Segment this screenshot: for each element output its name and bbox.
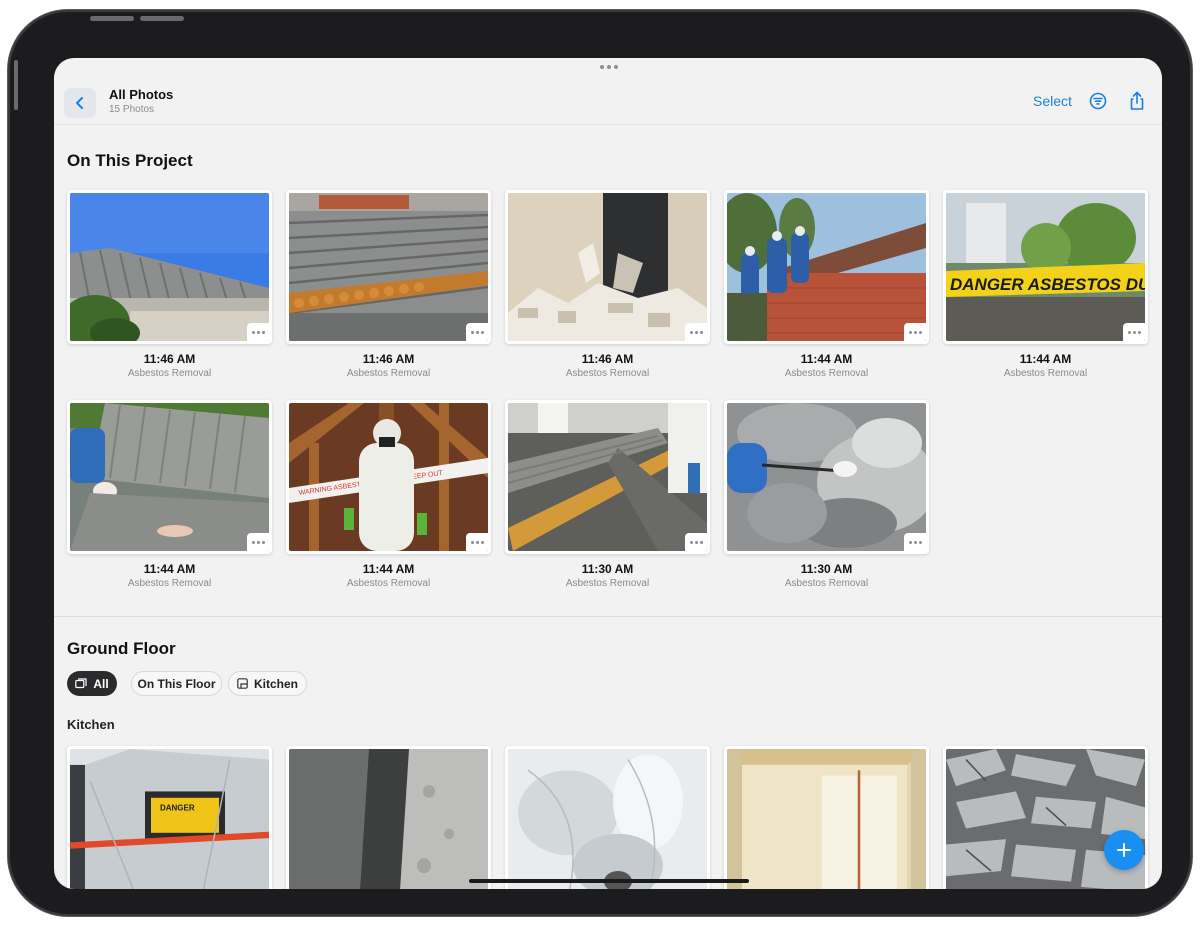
filter-chip-on-this-floor[interactable]: On This Floor bbox=[131, 671, 222, 696]
photo-time: 11:44 AM bbox=[1019, 352, 1072, 366]
photo-sealed-room bbox=[727, 749, 926, 889]
section-title-ground-floor: Ground Floor bbox=[67, 639, 176, 658]
share-icon[interactable] bbox=[1126, 90, 1148, 112]
photo-count: 15 Photos bbox=[109, 104, 155, 115]
photo-more-button[interactable] bbox=[1123, 323, 1145, 341]
section-divider bbox=[54, 616, 1162, 617]
photo-more-button[interactable] bbox=[904, 533, 926, 551]
filter-chip-label: Kitchen bbox=[253, 676, 298, 691]
app-screen: All Photos 15 Photos Select On This Proj… bbox=[54, 58, 1162, 889]
volume-button bbox=[140, 16, 184, 21]
subsection-title-kitchen: Kitchen bbox=[67, 717, 115, 732]
photo-demolished-wall bbox=[508, 193, 707, 341]
photo-plastic-sheeting bbox=[508, 749, 707, 889]
danger-tape-text: DANGER ASBESTOS DUST HAZARD bbox=[950, 275, 1145, 294]
photo-thumbnail[interactable] bbox=[724, 746, 929, 889]
photo-thumbnail[interactable] bbox=[724, 400, 929, 554]
photo-tag: Asbestos Removal bbox=[346, 578, 431, 589]
photo-concrete-corner bbox=[289, 749, 488, 889]
photo-tag: Asbestos Removal bbox=[565, 578, 650, 589]
photos-icon bbox=[75, 677, 87, 688]
photo-danger-tape: DANGER ASBESTOS DUST HAZARD bbox=[946, 193, 1145, 341]
photo-thumbnail[interactable] bbox=[286, 746, 491, 889]
photo-tag: Asbestos Removal bbox=[1003, 368, 1088, 379]
photo-more-button[interactable] bbox=[247, 323, 269, 341]
photo-roof-sky bbox=[70, 193, 269, 341]
photo-thumbnail[interactable] bbox=[67, 400, 272, 554]
photo-thumbnail[interactable] bbox=[505, 190, 710, 344]
page-title: All Photos bbox=[109, 87, 174, 102]
chevron-left-icon bbox=[76, 97, 83, 109]
photo-thumbnail[interactable] bbox=[505, 400, 710, 554]
power-button bbox=[14, 60, 18, 110]
photo-thumbnail[interactable] bbox=[724, 190, 929, 344]
back-button[interactable] bbox=[64, 88, 96, 118]
photo-thumbnail[interactable] bbox=[505, 746, 710, 889]
photo-workers-roof bbox=[727, 193, 926, 341]
filter-chip-label: All bbox=[93, 676, 109, 691]
photo-time: 11:46 AM bbox=[581, 352, 634, 366]
add-photo-button[interactable] bbox=[1104, 830, 1144, 870]
select-button[interactable]: Select bbox=[1033, 93, 1072, 109]
photo-tag: Asbestos Removal bbox=[346, 368, 431, 379]
filter-icon[interactable] bbox=[1087, 90, 1109, 112]
photo-time: 11:30 AM bbox=[800, 562, 853, 576]
ipad-frame: All Photos 15 Photos Select On This Proj… bbox=[8, 10, 1192, 916]
photo-more-button[interactable] bbox=[466, 323, 488, 341]
photo-more-button[interactable] bbox=[466, 533, 488, 551]
photo-thumbnail[interactable] bbox=[286, 190, 491, 344]
photo-thumbnail[interactable]: WARNING ASBESTOS REMOVAL KEEP OUT bbox=[286, 400, 491, 554]
photo-time: 11:46 AM bbox=[143, 352, 196, 366]
nav-header: All Photos 15 Photos Select bbox=[54, 76, 1162, 125]
photo-tweezers-sample bbox=[727, 403, 926, 551]
multitasking-grabber[interactable] bbox=[600, 65, 618, 69]
filter-chip-all[interactable]: All bbox=[67, 671, 117, 696]
photo-more-button[interactable] bbox=[247, 533, 269, 551]
room-icon bbox=[237, 678, 248, 689]
photo-tag: Asbestos Removal bbox=[127, 368, 212, 379]
filter-chip-label: On This Floor bbox=[137, 676, 216, 691]
photo-time: 11:44 AM bbox=[362, 562, 415, 576]
photo-time: 11:30 AM bbox=[581, 562, 634, 576]
photo-thumbnail[interactable]: DANGER bbox=[67, 746, 272, 889]
photo-tag: Asbestos Removal bbox=[565, 368, 650, 379]
photo-more-button[interactable] bbox=[904, 323, 926, 341]
filter-chip-kitchen[interactable]: Kitchen bbox=[228, 671, 307, 696]
photo-thumbnail[interactable]: DANGER ASBESTOS DUST HAZARD bbox=[943, 190, 1148, 344]
photo-time: 11:46 AM bbox=[362, 352, 415, 366]
photo-sheet-removal bbox=[70, 403, 269, 551]
photo-time: 11:44 AM bbox=[800, 352, 853, 366]
photo-more-button[interactable] bbox=[685, 533, 707, 551]
photo-tag: Asbestos Removal bbox=[784, 578, 869, 589]
home-indicator[interactable] bbox=[469, 879, 749, 883]
photo-thumbnail[interactable] bbox=[67, 190, 272, 344]
photo-more-button[interactable] bbox=[685, 323, 707, 341]
photo-danger-sign-container: DANGER bbox=[70, 749, 269, 889]
photo-time: 11:44 AM bbox=[143, 562, 196, 576]
photo-attic-worker: WARNING ASBESTOS REMOVAL KEEP OUT bbox=[289, 403, 488, 551]
photo-roof-corrugated bbox=[289, 193, 488, 341]
photo-tag: Asbestos Removal bbox=[784, 368, 869, 379]
plus-icon bbox=[1117, 843, 1131, 857]
photo-tag: Asbestos Removal bbox=[127, 578, 212, 589]
volume-button bbox=[90, 16, 134, 21]
section-title-project: On This Project bbox=[67, 151, 193, 170]
photo-roof-panels bbox=[508, 403, 707, 551]
danger-sign-text: DANGER bbox=[160, 803, 195, 812]
